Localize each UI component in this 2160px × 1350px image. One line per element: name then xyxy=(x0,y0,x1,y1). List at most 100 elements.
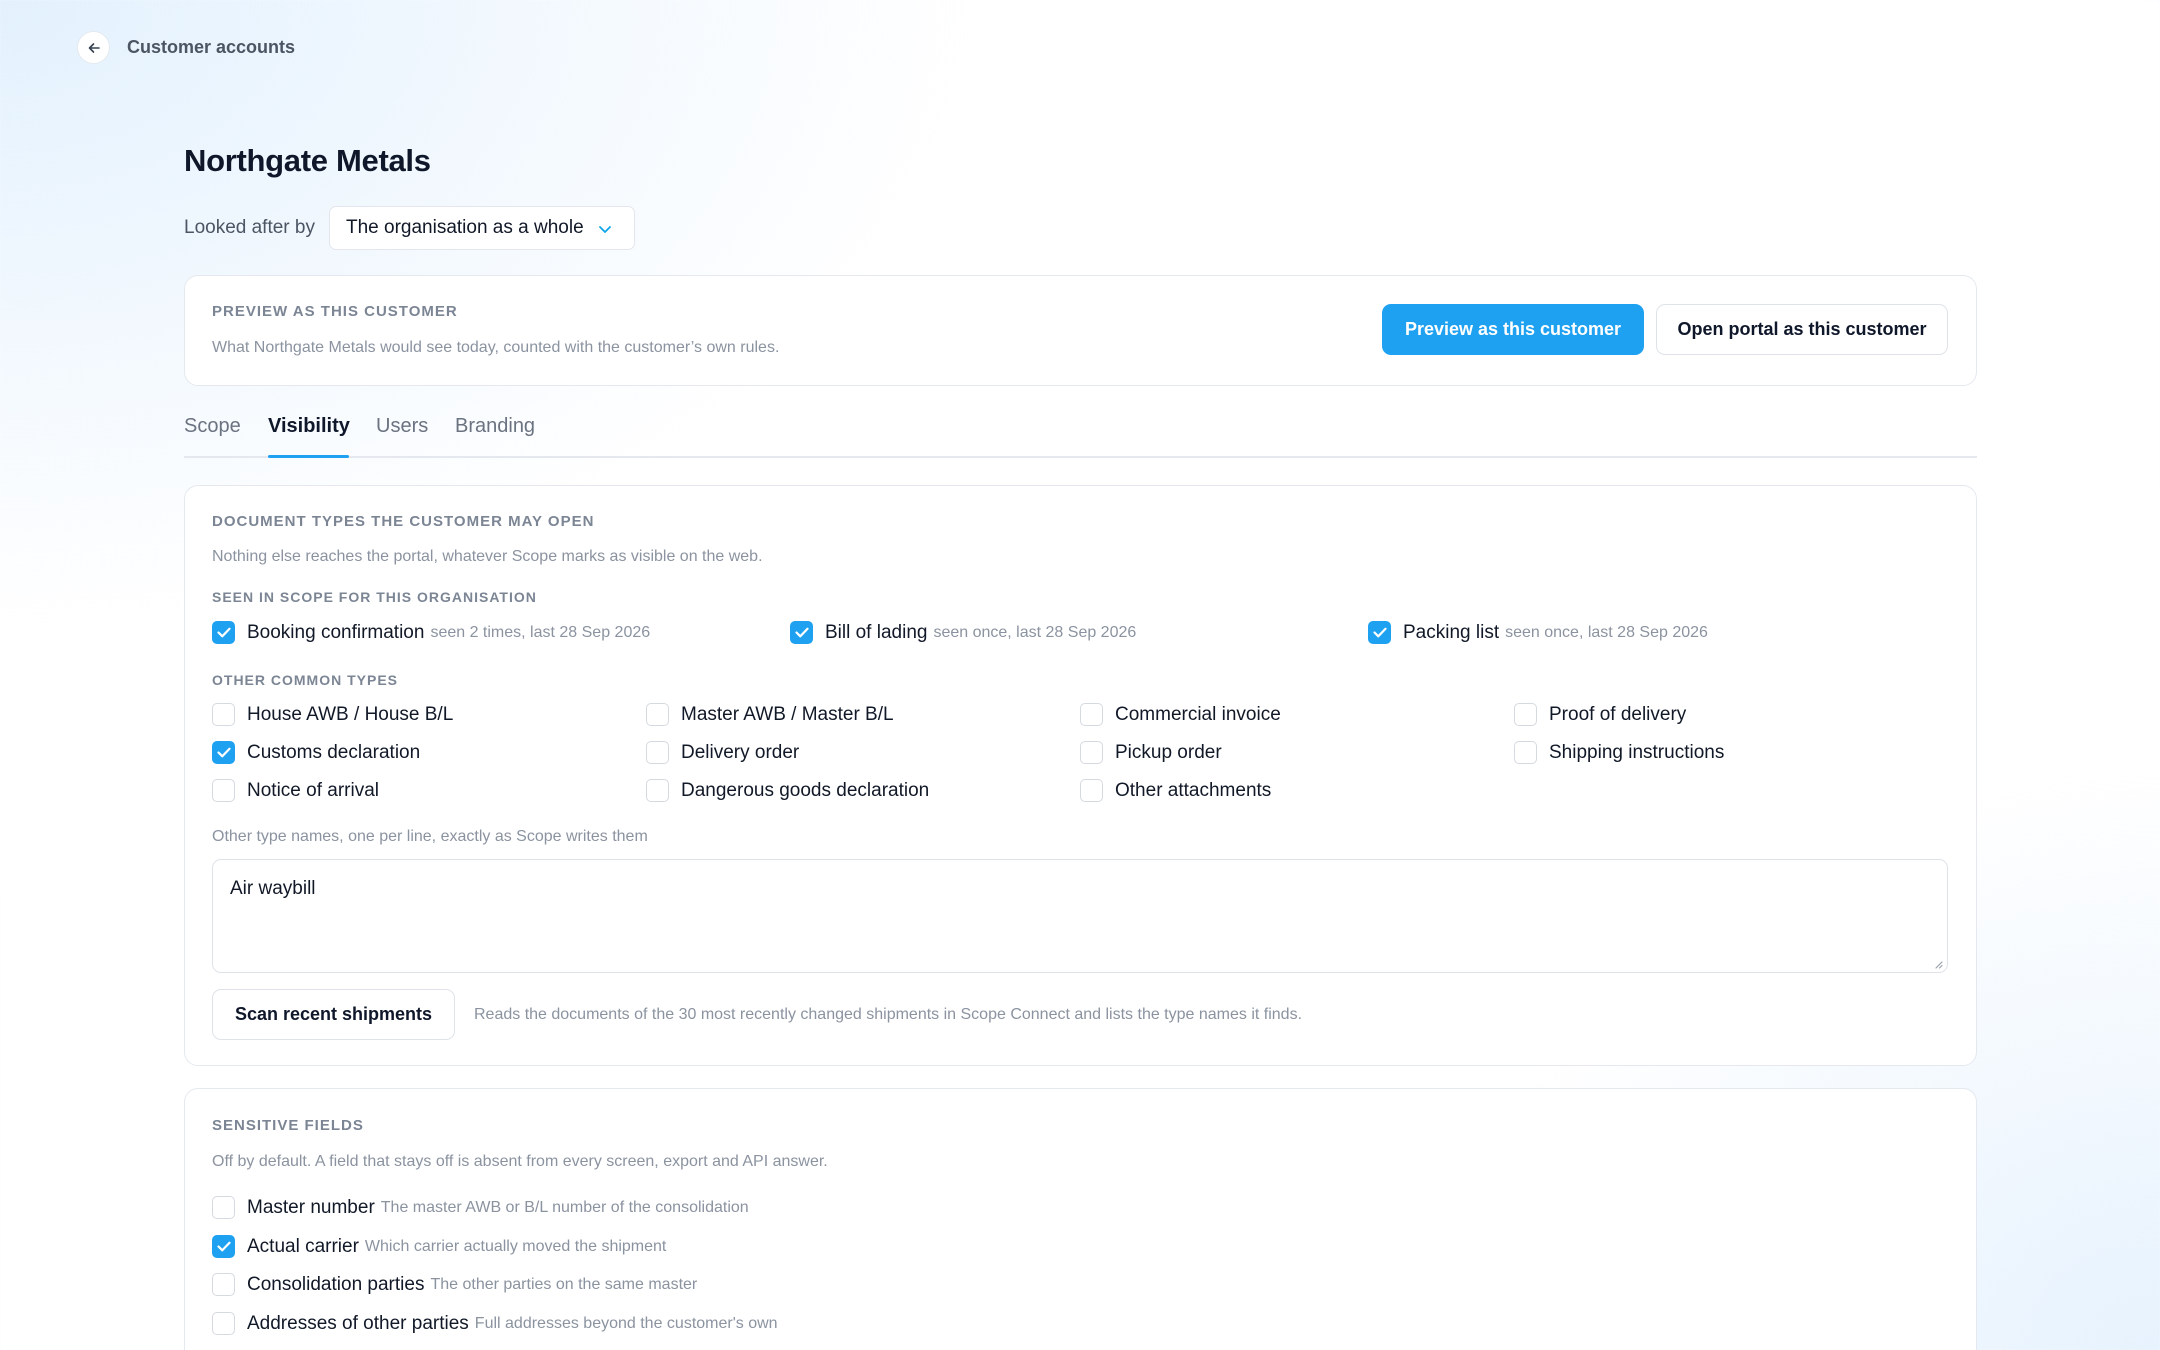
check-icon xyxy=(216,627,231,638)
option-label: Packing list xyxy=(1403,621,1500,643)
option-hint: Which carrier actually moved the shipmen… xyxy=(364,1237,667,1255)
checkbox[interactable] xyxy=(212,703,235,726)
checkbox[interactable] xyxy=(1080,779,1103,802)
option-hint: seen once, last 28 Sep 2026 xyxy=(1505,623,1708,641)
checkbox[interactable] xyxy=(1368,621,1391,644)
option-hint: seen 2 times, last 28 Sep 2026 xyxy=(430,623,651,641)
other-type-option[interactable]: Shipping instructions xyxy=(1514,741,1724,764)
scan-recent-shipments-button[interactable]: Scan recent shipments xyxy=(212,989,455,1040)
other-type-option[interactable]: Dangerous goods declaration xyxy=(646,779,929,802)
checkbox[interactable] xyxy=(212,779,235,802)
checkbox[interactable] xyxy=(212,1235,235,1258)
checkbox[interactable] xyxy=(1080,741,1103,764)
tab-branding[interactable]: Branding xyxy=(455,415,535,438)
option-hint: seen once, last 28 Sep 2026 xyxy=(933,623,1137,641)
checkbox[interactable] xyxy=(646,779,669,802)
option-label: Bill of lading xyxy=(825,621,928,643)
breadcrumb-customer-accounts[interactable]: Customer accounts xyxy=(127,37,295,58)
chevron-down-icon xyxy=(598,225,611,233)
checkbox[interactable] xyxy=(790,621,813,644)
check-icon xyxy=(794,627,809,638)
preview-title: PREVIEW AS THIS CUSTOMER xyxy=(212,303,458,320)
checkbox[interactable] xyxy=(1080,703,1103,726)
option-label: Actual carrier xyxy=(247,1235,359,1257)
resize-grip-icon[interactable] xyxy=(1933,959,1943,969)
checkbox[interactable] xyxy=(212,741,235,764)
option-label: Other attachments xyxy=(1115,779,1272,801)
checkbox[interactable] xyxy=(212,1196,235,1219)
owner-select-value: The organisation as a whole xyxy=(345,217,584,238)
other-type-option[interactable]: Master AWB / Master B/L xyxy=(646,703,894,726)
seen-in-scope-title: SEEN IN SCOPE FOR THIS ORGANISATION xyxy=(212,589,537,605)
tab-bar: Scope Visibility Users Branding xyxy=(184,408,1977,458)
option-label: Notice of arrival xyxy=(247,779,379,801)
other-type-option[interactable]: Other attachments xyxy=(1080,779,1271,802)
option-hint: The other parties on the same master xyxy=(430,1275,698,1293)
other-type-option[interactable]: House AWB / House B/L xyxy=(212,703,453,726)
checkbox[interactable] xyxy=(1514,741,1537,764)
option-label: House AWB / House B/L xyxy=(247,703,454,725)
preview-card: PREVIEW AS THIS CUSTOMER What Northgate … xyxy=(184,275,1977,386)
other-type-option[interactable]: Proof of delivery xyxy=(1514,703,1686,726)
checkbox[interactable] xyxy=(212,1312,235,1335)
check-icon xyxy=(1372,627,1387,638)
sensitive-field-option[interactable]: Addresses of other parties Full addresse… xyxy=(212,1312,778,1335)
active-tab-indicator xyxy=(268,455,349,458)
document-types-card: DOCUMENT TYPES THE CUSTOMER MAY OPEN Not… xyxy=(184,485,1977,1066)
option-label: Shipping instructions xyxy=(1549,741,1725,763)
other-type-names-textarea[interactable]: Air waybill xyxy=(212,859,1948,973)
option-label: Proof of delivery xyxy=(1549,703,1687,725)
tab-users[interactable]: Users xyxy=(376,415,428,438)
preview-as-customer-button[interactable]: Preview as this customer xyxy=(1382,304,1644,355)
sensitive-fields-description: Off by default. A field that stays off i… xyxy=(212,1153,828,1170)
owner-label: Looked after by xyxy=(184,217,315,238)
check-icon xyxy=(216,1241,231,1252)
option-label: Pickup order xyxy=(1115,741,1222,763)
sensitive-field-option[interactable]: Actual carrier Which carrier actually mo… xyxy=(212,1235,666,1258)
seen-type-option[interactable]: Booking confirmation seen 2 times, last … xyxy=(212,621,650,644)
other-type-option[interactable]: Delivery order xyxy=(646,741,799,764)
preview-description: What Northgate Metals would see today, c… xyxy=(212,339,780,356)
checkbox[interactable] xyxy=(212,621,235,644)
other-type-option[interactable]: Notice of arrival xyxy=(212,779,379,802)
owner-row: Looked after by The organisation as a wh… xyxy=(184,206,635,250)
option-label: Delivery order xyxy=(681,741,800,763)
option-label: Addresses of other parties xyxy=(247,1312,469,1334)
seen-type-option[interactable]: Bill of lading seen once, last 28 Sep 20… xyxy=(790,621,1136,644)
owner-select[interactable]: The organisation as a whole xyxy=(328,206,635,250)
scan-description: Reads the documents of the 30 most recen… xyxy=(474,1006,1303,1023)
other-type-option[interactable]: Commercial invoice xyxy=(1080,703,1281,726)
page-title: Northgate Metals xyxy=(184,143,431,178)
tab-visibility[interactable]: Visibility xyxy=(268,415,350,438)
sensitive-field-option[interactable]: Consolidation parties The other parties … xyxy=(212,1273,697,1296)
check-icon xyxy=(216,747,231,758)
option-label: Customs declaration xyxy=(247,741,421,763)
option-label: Booking confirmation xyxy=(247,621,425,643)
document-types-description: Nothing else reaches the portal, whateve… xyxy=(212,548,763,565)
arrow-left-icon xyxy=(88,42,100,53)
document-types-title: DOCUMENT TYPES THE CUSTOMER MAY OPEN xyxy=(212,513,595,530)
open-portal-button[interactable]: Open portal as this customer xyxy=(1656,304,1948,355)
top-bar: Customer accounts xyxy=(77,31,295,64)
other-type-option[interactable]: Pickup order xyxy=(1080,741,1222,764)
option-label: Commercial invoice xyxy=(1115,703,1281,725)
tab-scope[interactable]: Scope xyxy=(184,415,241,438)
option-label: Consolidation parties xyxy=(247,1273,425,1295)
option-hint: Full addresses beyond the customer's own xyxy=(474,1314,778,1332)
option-label: Dangerous goods declaration xyxy=(681,779,930,801)
checkbox[interactable] xyxy=(646,741,669,764)
checkbox[interactable] xyxy=(212,1273,235,1296)
option-label: Master number xyxy=(247,1196,375,1218)
option-hint: The master AWB or B/L number of the cons… xyxy=(380,1198,749,1216)
other-type-names-label: Other type names, one per line, exactly … xyxy=(212,828,648,845)
checkbox[interactable] xyxy=(1514,703,1537,726)
other-type-option[interactable]: Customs declaration xyxy=(212,741,420,764)
seen-type-option[interactable]: Packing list seen once, last 28 Sep 2026 xyxy=(1368,621,1708,644)
sensitive-fields-title: SENSITIVE FIELDS xyxy=(212,1117,364,1134)
sensitive-fields-card: SENSITIVE FIELDS Off by default. A field… xyxy=(184,1088,1977,1350)
sensitive-field-option[interactable]: Master number The master AWB or B/L numb… xyxy=(212,1196,749,1219)
back-button[interactable] xyxy=(77,31,110,64)
checkbox[interactable] xyxy=(646,703,669,726)
textarea-value: Air waybill xyxy=(230,878,316,899)
other-common-types-title: OTHER COMMON TYPES xyxy=(212,672,399,688)
